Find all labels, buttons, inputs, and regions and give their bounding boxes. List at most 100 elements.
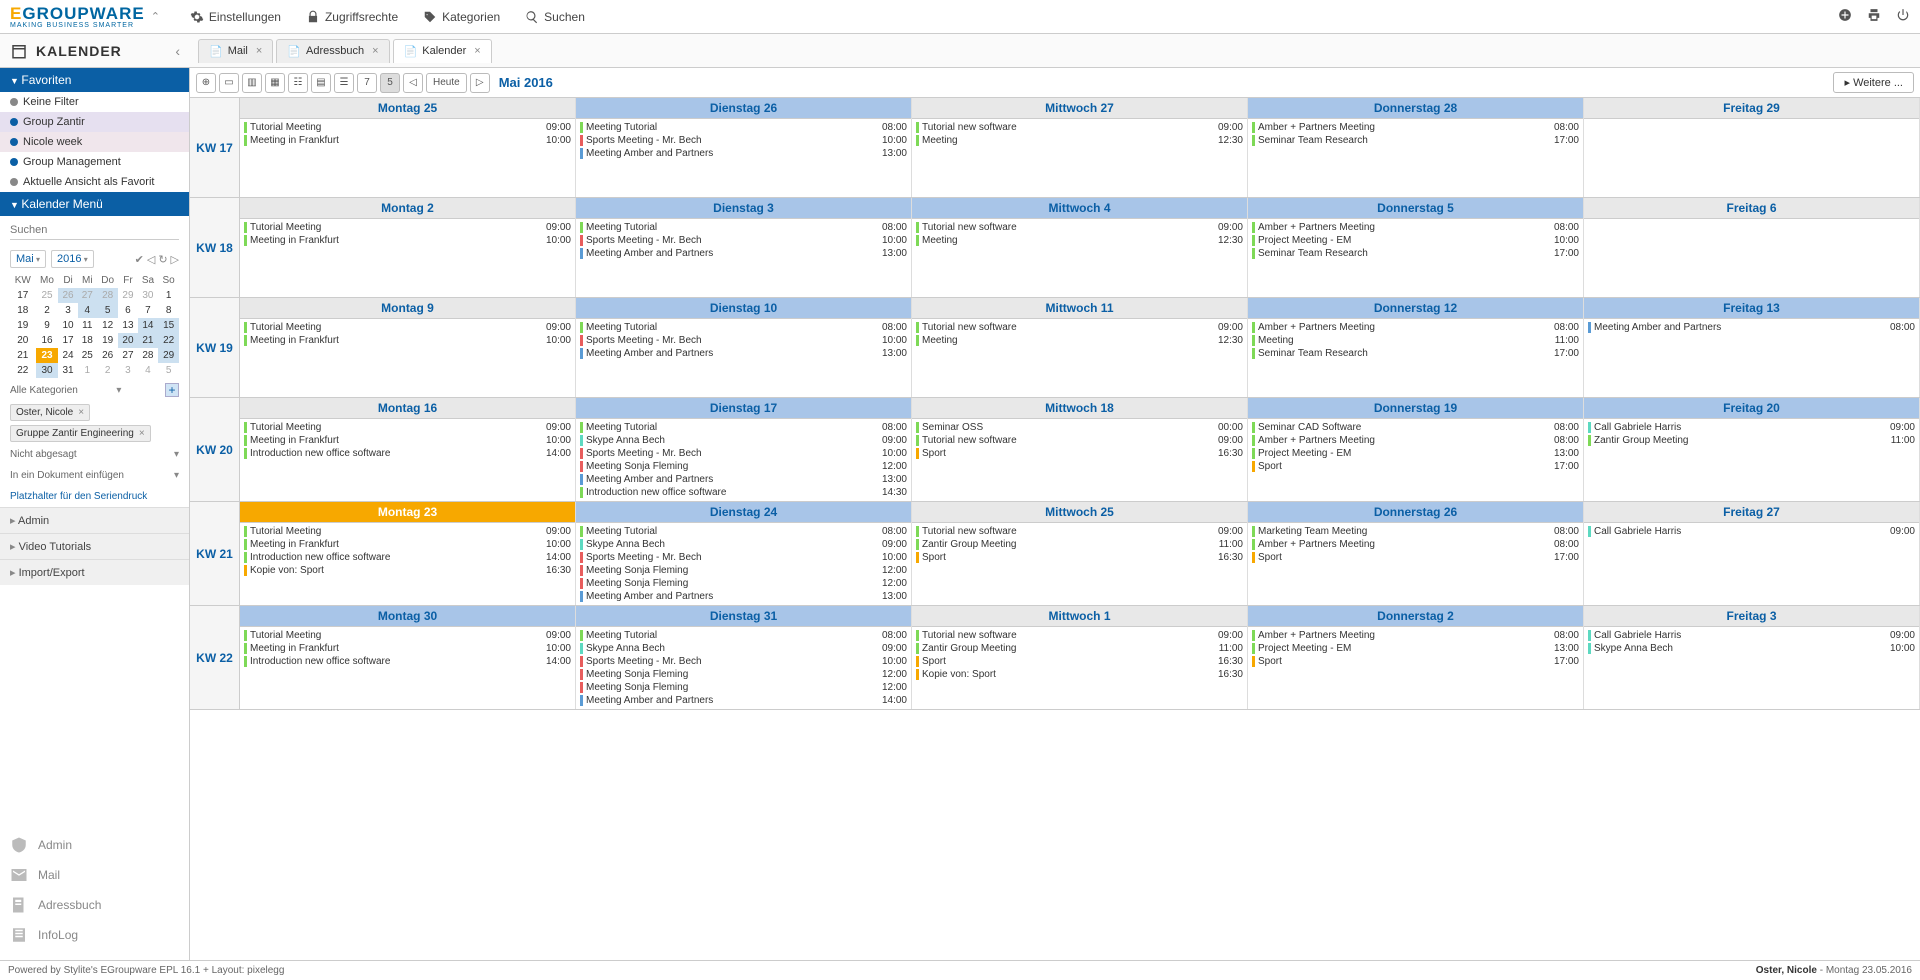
menu-categories[interactable]: Kategorien [423, 10, 500, 24]
tab-kalender[interactable]: 📄Kalender× [393, 39, 492, 63]
event-item[interactable]: Sport17:00 [1250, 551, 1581, 564]
nav-prev-icon[interactable]: ◁ [147, 253, 155, 266]
day-events[interactable]: Meeting Tutorial08:00Sports Meeting - Mr… [576, 219, 911, 297]
tb-weekn-view[interactable]: ☷ [288, 73, 308, 93]
power-icon[interactable] [1896, 8, 1910, 25]
day-events[interactable]: Tutorial new software09:00Meeting12:30 [912, 119, 1247, 197]
minical-day[interactable]: 8 [158, 303, 179, 318]
day-events[interactable]: Meeting Tutorial08:00Sports Meeting - Mr… [576, 319, 911, 397]
favorite-item[interactable]: Nicole week [0, 132, 189, 152]
event-item[interactable]: Seminar Team Research17:00 [1250, 247, 1581, 260]
day-header[interactable]: Donnerstag 19 [1248, 398, 1583, 419]
event-item[interactable]: Amber + Partners Meeting08:00 [1250, 629, 1581, 642]
event-item[interactable]: Kopie von: Sport16:30 [242, 564, 573, 577]
event-item[interactable]: Zantir Group Meeting11:00 [1586, 434, 1917, 447]
event-item[interactable]: Tutorial new software09:00 [914, 434, 1245, 447]
event-item[interactable]: Kopie von: Sport16:30 [914, 668, 1245, 681]
minical-day[interactable]: 25 [36, 288, 59, 303]
minical-day[interactable]: 18 [10, 303, 36, 318]
day-header[interactable]: Dienstag 3 [576, 198, 911, 219]
tb-list-view[interactable]: ☰ [334, 73, 354, 93]
day-header[interactable]: Freitag 29 [1584, 98, 1919, 119]
event-item[interactable]: Project Meeting - EM13:00 [1250, 447, 1581, 460]
day-header[interactable]: Donnerstag 12 [1248, 298, 1583, 319]
event-item[interactable]: Project Meeting - EM13:00 [1250, 642, 1581, 655]
tb-4day-view[interactable]: ▥ [242, 73, 262, 93]
day-events[interactable]: Call Gabriele Harris09:00 [1584, 523, 1919, 601]
tb-next-icon[interactable]: ▷ [470, 73, 490, 93]
event-item[interactable]: Sports Meeting - Mr. Bech10:00 [578, 234, 909, 247]
event-item[interactable]: Meeting in Frankfurt10:00 [242, 434, 573, 447]
day-header[interactable]: Freitag 27 [1584, 502, 1919, 523]
tab-mail[interactable]: 📄Mail× [198, 39, 273, 63]
event-item[interactable]: Meeting Amber and Partners13:00 [578, 147, 909, 160]
filter-chip[interactable]: Oster, Nicole× [10, 404, 90, 421]
day-header[interactable]: Donnerstag 5 [1248, 198, 1583, 219]
minical-day[interactable]: 21 [10, 348, 36, 363]
categories-row[interactable]: Alle Kategorien▾+ [0, 378, 189, 402]
day-header[interactable]: Mittwoch 4 [912, 198, 1247, 219]
minical-day[interactable]: 27 [118, 348, 137, 363]
event-item[interactable]: Sport17:00 [1250, 655, 1581, 668]
event-item[interactable]: Meeting Amber and Partners13:00 [578, 473, 909, 486]
minical-day[interactable]: 2 [36, 303, 59, 318]
event-item[interactable]: Introduction new office software14:30 [578, 486, 909, 499]
minical-day[interactable]: 30 [36, 363, 59, 378]
event-item[interactable]: Sport17:00 [1250, 460, 1581, 473]
day-header[interactable]: Donnerstag 2 [1248, 606, 1583, 627]
day-header[interactable]: Dienstag 24 [576, 502, 911, 523]
minical-day[interactable]: 17 [10, 288, 36, 303]
event-item[interactable]: Skype Anna Bech09:00 [578, 642, 909, 655]
event-item[interactable]: Meeting Tutorial08:00 [578, 121, 909, 134]
tb-add-icon[interactable]: ⊕ [196, 73, 216, 93]
nav-refresh-icon[interactable]: ↻ [158, 253, 167, 266]
event-item[interactable]: Seminar CAD Software08:00 [1250, 421, 1581, 434]
minical-day[interactable]: 7 [138, 303, 159, 318]
minical-day[interactable]: 12 [97, 318, 118, 333]
day-events[interactable]: Tutorial new software09:00Zantir Group M… [912, 627, 1247, 705]
day-header[interactable]: Mittwoch 25 [912, 502, 1247, 523]
minical-day[interactable]: 27 [78, 288, 97, 303]
favorite-item[interactable]: Group Management [0, 152, 189, 172]
minical-day[interactable]: 15 [158, 318, 179, 333]
day-events[interactable]: Call Gabriele Harris09:00Skype Anna Bech… [1584, 627, 1919, 705]
day-events[interactable]: Meeting Tutorial08:00Skype Anna Bech09:0… [576, 627, 911, 709]
close-icon[interactable]: × [139, 428, 145, 439]
event-item[interactable]: Meeting12:30 [914, 334, 1245, 347]
week-number[interactable]: KW 19 [190, 298, 240, 397]
minical-day[interactable]: 17 [58, 333, 77, 348]
sidebar-search-input[interactable] [10, 221, 179, 240]
minical-day[interactable]: 28 [138, 348, 159, 363]
day-header[interactable]: Mittwoch 18 [912, 398, 1247, 419]
event-item[interactable]: Amber + Partners Meeting08:00 [1250, 221, 1581, 234]
event-item[interactable]: Meeting in Frankfurt10:00 [242, 134, 573, 147]
event-item[interactable]: Tutorial new software09:00 [914, 321, 1245, 334]
minical-day[interactable]: 2 [97, 363, 118, 378]
event-item[interactable]: Meeting11:00 [1250, 334, 1581, 347]
sidebar-collapse-icon[interactable]: ‹ [175, 43, 180, 59]
minical-day[interactable]: 24 [58, 348, 77, 363]
accordion-admin[interactable]: Admin [0, 507, 189, 533]
minical-day[interactable]: 1 [78, 363, 97, 378]
day-header[interactable]: Montag 9 [240, 298, 575, 319]
minical-day[interactable]: 9 [36, 318, 59, 333]
event-item[interactable]: Call Gabriele Harris09:00 [1586, 629, 1917, 642]
event-item[interactable]: Meeting Amber and Partners13:00 [578, 247, 909, 260]
day-header[interactable]: Donnerstag 28 [1248, 98, 1583, 119]
event-item[interactable]: Meeting12:30 [914, 234, 1245, 247]
event-item[interactable]: Meeting Amber and Partners08:00 [1586, 321, 1917, 334]
tb-week-view[interactable]: ▦ [265, 73, 285, 93]
event-item[interactable]: Meeting Tutorial08:00 [578, 629, 909, 642]
event-item[interactable]: Sports Meeting - Mr. Bech10:00 [578, 334, 909, 347]
event-item[interactable]: Meeting Tutorial08:00 [578, 525, 909, 538]
event-item[interactable]: Tutorial Meeting09:00 [242, 421, 573, 434]
event-item[interactable]: Meeting12:30 [914, 134, 1245, 147]
event-item[interactable]: Amber + Partners Meeting08:00 [1250, 538, 1581, 551]
week-number[interactable]: KW 18 [190, 198, 240, 297]
minical-day[interactable]: 6 [118, 303, 137, 318]
app-link-adressbuch[interactable]: Adressbuch [10, 890, 179, 920]
minical-day[interactable]: 1 [158, 288, 179, 303]
event-item[interactable]: Skype Anna Bech09:00 [578, 434, 909, 447]
tb-today[interactable]: Heute [426, 73, 467, 93]
event-item[interactable]: Meeting Sonja Fleming12:00 [578, 577, 909, 590]
